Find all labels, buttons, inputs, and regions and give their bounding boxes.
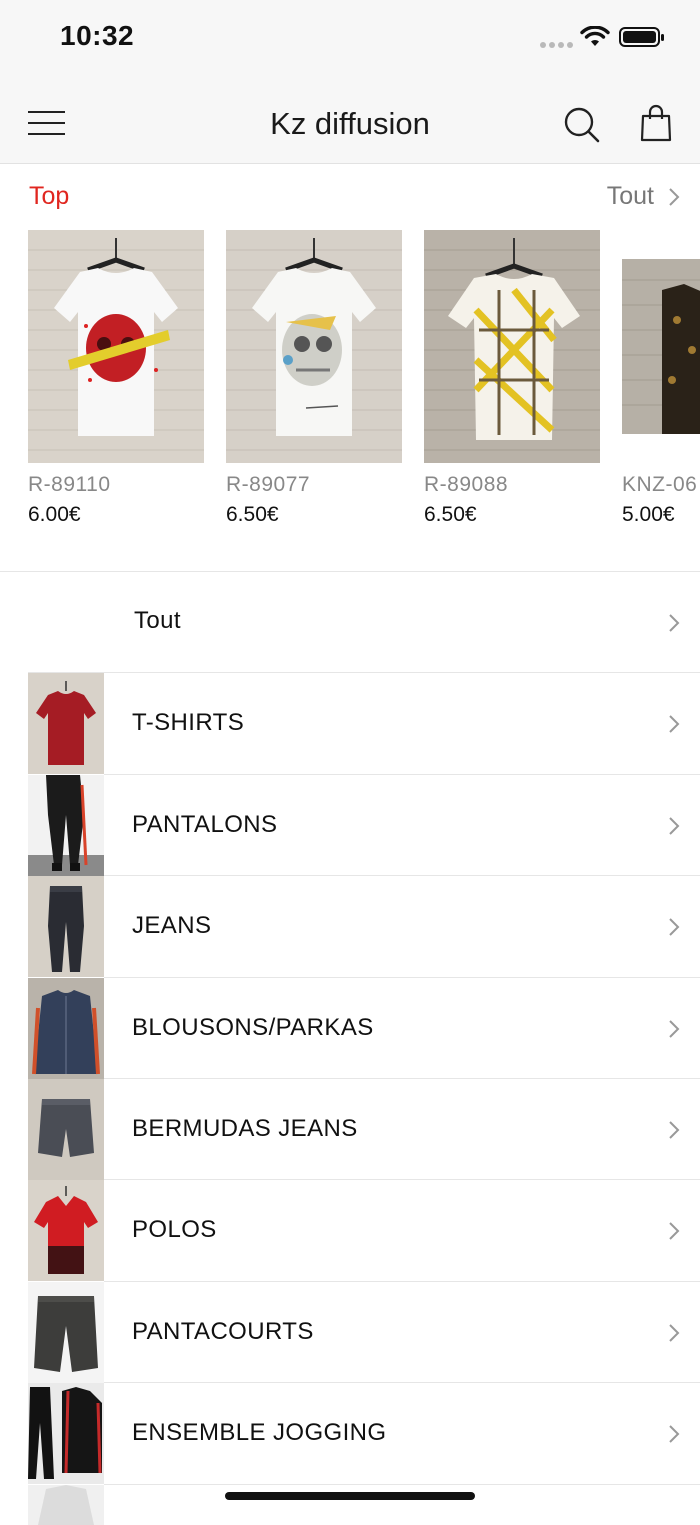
status-time: 10:32 <box>60 20 135 51</box>
chevron-right-icon <box>669 1019 680 1038</box>
top-products-section: Top Tout R-89110 6.00€ R-89077 6.50€ R-8… <box>0 164 700 572</box>
category-row-t-shirts[interactable]: T-SHIRTS <box>0 673 700 775</box>
chevron-right-icon <box>669 1425 680 1443</box>
category-label: ENSEMBLE JOGGING <box>132 1419 387 1447</box>
category-label: PANTACOURTS <box>132 1317 314 1345</box>
chevron-right-icon <box>669 1222 680 1241</box>
product-image <box>424 230 600 463</box>
top-label: Top <box>29 182 70 210</box>
home-indicator <box>225 1492 475 1500</box>
product-image <box>622 230 700 463</box>
chevron-right-icon <box>669 1324 680 1342</box>
shopping-bag-icon[interactable] <box>640 104 672 142</box>
product-price: 6.50€ <box>226 503 279 526</box>
category-label: JEANS <box>132 912 212 940</box>
chevron-right-icon <box>669 715 680 734</box>
category-thumbnail <box>28 1180 104 1282</box>
category-label: POLOS <box>132 1216 217 1244</box>
chevron-right-icon <box>669 918 680 936</box>
chevron-right-icon <box>669 1121 680 1139</box>
product-ref: R-89077 <box>226 473 311 496</box>
category-label: Tout <box>134 607 181 634</box>
category-thumbnail <box>28 673 104 775</box>
product-image <box>226 230 402 463</box>
category-row-all[interactable]: Tout <box>0 572 700 674</box>
category-thumbnail <box>28 977 104 1079</box>
top-see-all-link[interactable]: Tout <box>607 182 680 211</box>
category-row-partial[interactable] <box>0 1484 700 1525</box>
category-row-ensemble-jogging[interactable]: ENSEMBLE JOGGING <box>0 1383 700 1485</box>
cellular-signal-icon <box>540 42 573 48</box>
product-image <box>28 230 204 463</box>
category-row-bermudas-jeans[interactable]: BERMUDAS JEANS <box>0 1078 700 1181</box>
category-row-pantalons[interactable]: PANTALONS <box>0 774 700 877</box>
chevron-right-icon <box>669 614 680 632</box>
search-icon[interactable] <box>563 106 601 144</box>
category-thumbnail <box>28 1281 104 1383</box>
chevron-right-icon <box>669 187 680 206</box>
category-label: BLOUSONS/PARKAS <box>132 1013 374 1041</box>
product-ref: R-89088 <box>424 473 509 496</box>
wifi-icon <box>580 26 610 46</box>
product-ref: KNZ-06 <box>622 473 698 496</box>
top-see-all-label: Tout <box>606 182 654 210</box>
category-thumbnail <box>28 1383 104 1485</box>
product-card[interactable]: R-89077 6.50€ <box>226 230 402 527</box>
category-thumbnail <box>28 774 104 876</box>
category-row-pantacourts[interactable]: PANTACOURTS <box>0 1281 700 1384</box>
product-card[interactable]: R-89088 6.50€ <box>424 230 600 527</box>
category-thumbnail <box>28 1078 104 1180</box>
product-price: 6.00€ <box>28 503 81 526</box>
category-row-polos[interactable]: POLOS <box>0 1180 700 1282</box>
category-list: Tout T-SHIRTS PANTALONS JEANS BLOUSONS/P… <box>0 572 700 1525</box>
category-row-blousons-parkas[interactable]: BLOUSONS/PARKAS <box>0 977 700 1079</box>
product-ref: R-89110 <box>28 473 111 496</box>
battery-icon <box>619 27 664 47</box>
product-card[interactable]: R-89110 6.00€ <box>28 230 204 527</box>
category-label: BERMUDAS JEANS <box>132 1114 358 1142</box>
category-label: T-SHIRTS <box>132 709 245 737</box>
status-bar: 10:32 <box>0 0 700 80</box>
product-price: 6.50€ <box>424 503 477 526</box>
chevron-right-icon <box>669 817 680 835</box>
category-row-jeans[interactable]: JEANS <box>0 876 700 978</box>
category-thumbnail <box>28 1484 104 1525</box>
nav-bar: Kz diffusion <box>0 80 700 164</box>
category-thumbnail <box>28 876 104 978</box>
product-card[interactable]: KNZ-06 5.00€ <box>622 230 700 527</box>
product-price: 5.00€ <box>622 503 675 526</box>
category-label: PANTALONS <box>132 810 278 838</box>
